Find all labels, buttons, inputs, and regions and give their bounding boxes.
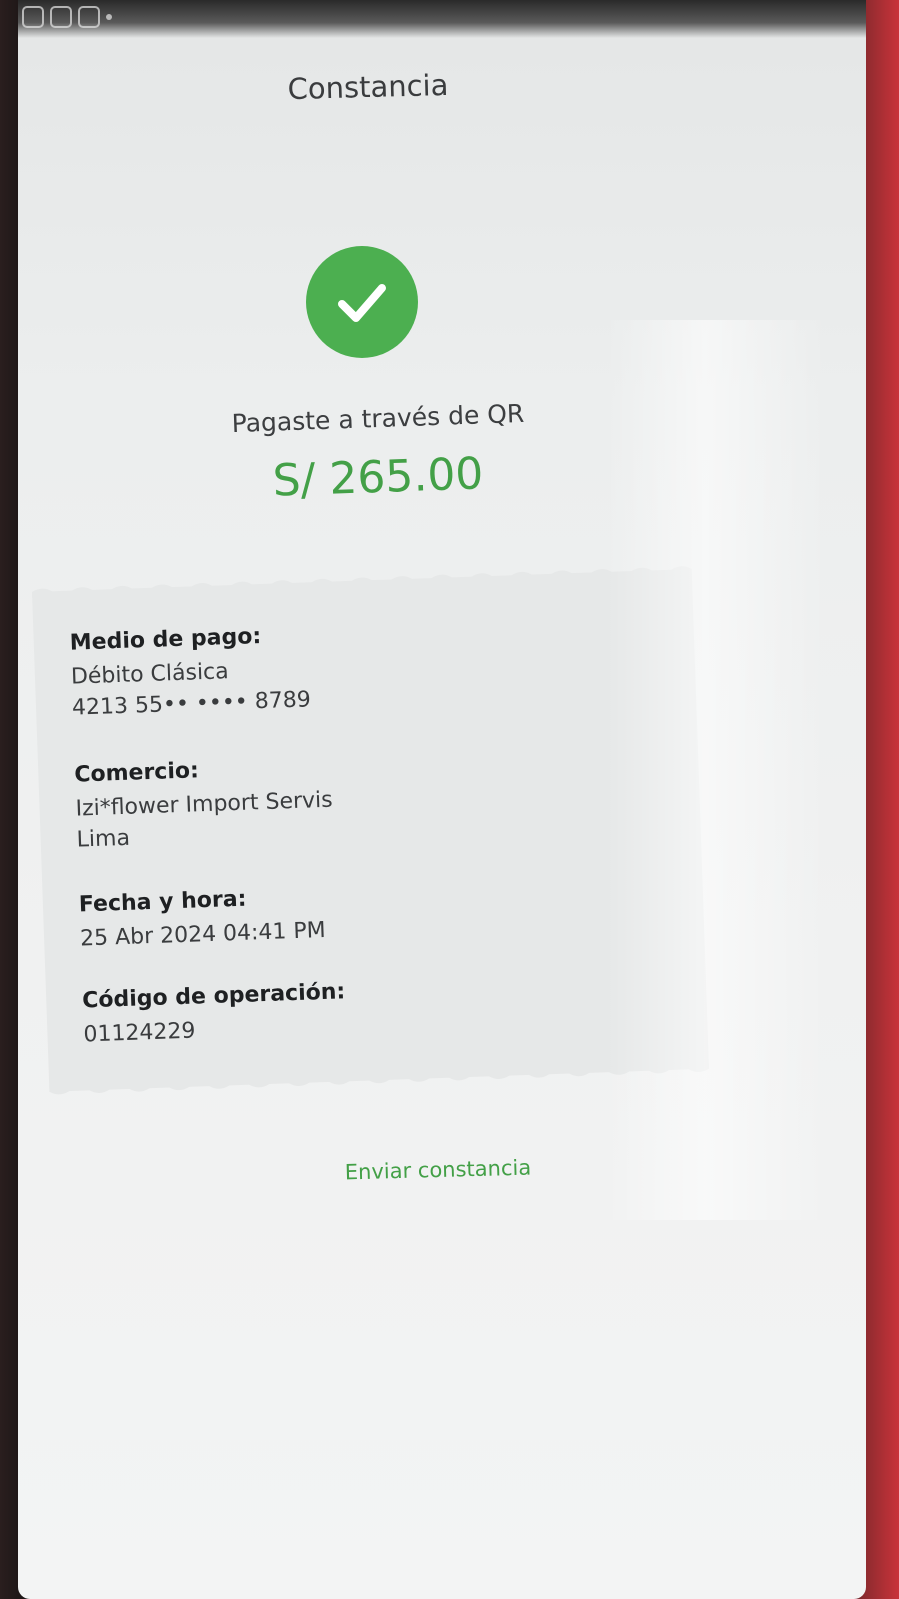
status-bar	[18, 0, 866, 38]
dot-icon	[106, 14, 112, 20]
operation-code-label: Código de operación:	[81, 979, 346, 1014]
page-title: Constancia	[287, 67, 449, 107]
payment-amount: S/ 265.00	[271, 448, 485, 507]
payment-method-section: Medio de pago: Débito Clásica 4213 55•• …	[69, 622, 311, 723]
datetime-value: 25 Abr 2024 04:41 PM	[79, 917, 327, 952]
success-badge	[306, 246, 418, 358]
merchant-label: Comercio:	[73, 758, 200, 788]
merchant-section: Comercio: Izi*flower Import Servis Lima	[74, 754, 334, 856]
payment-method-label: Medio de pago:	[69, 624, 262, 656]
operation-code-section: Código de operación: 01124229	[82, 979, 347, 1050]
receipt-card: Medio de pago: Débito Clásica 4213 55•• …	[32, 566, 710, 1095]
instagram-icon	[78, 6, 100, 28]
instagram-icon	[50, 6, 72, 28]
phone-frame: Constancia Pagaste a través de QR S/ 265…	[0, 0, 899, 1599]
send-receipt-link[interactable]: Enviar constancia	[238, 1153, 638, 1187]
operation-code-value: 01124229	[83, 1018, 196, 1048]
receipt-edge-bottom	[49, 1062, 710, 1095]
notification-icon	[22, 6, 44, 28]
status-icons	[22, 6, 112, 28]
payment-message: Pagaste a través de QR	[231, 398, 525, 439]
phone-screen: Constancia Pagaste a través de QR S/ 265…	[18, 0, 866, 1599]
datetime-label: Fecha y hora:	[78, 886, 247, 918]
datetime-section: Fecha y hora: 25 Abr 2024 04:41 PM	[79, 884, 327, 955]
receipt-edge-top	[32, 566, 692, 598]
checkmark-icon	[338, 284, 386, 322]
